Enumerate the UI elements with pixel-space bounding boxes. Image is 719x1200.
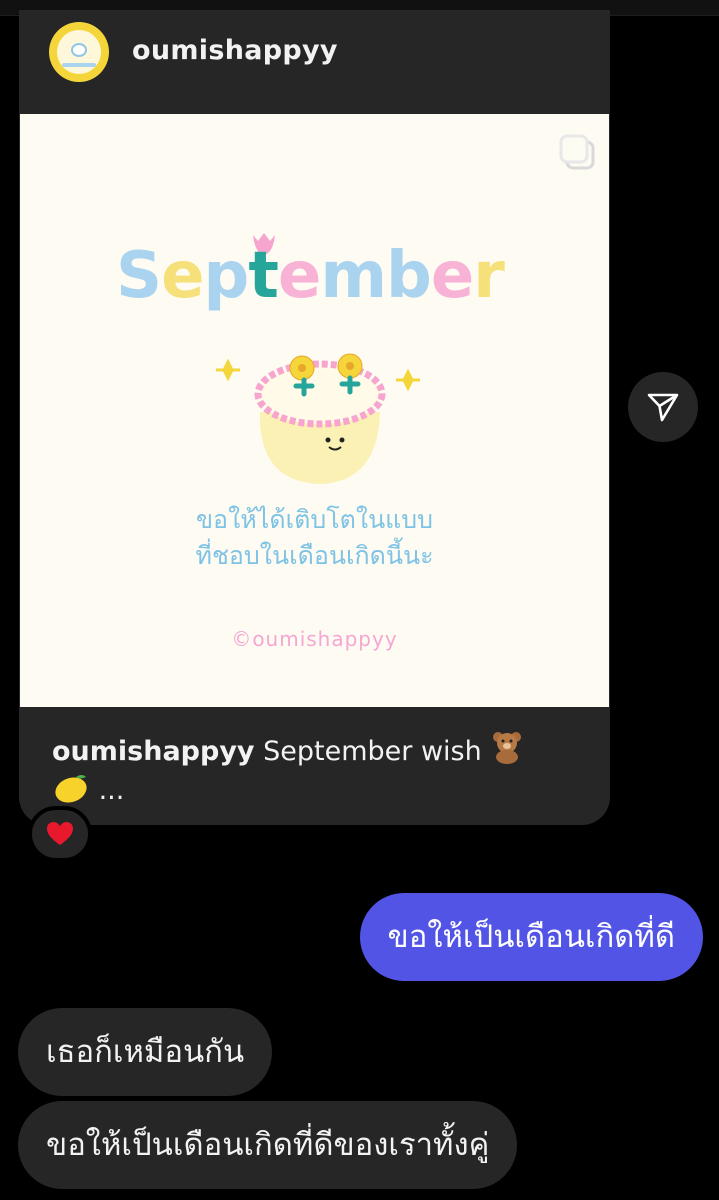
post-caption[interactable]: oumishappyy September wish ...	[52, 730, 572, 810]
heart-icon	[47, 822, 73, 845]
title-letter: m	[320, 239, 387, 313]
teddy-bear-icon	[493, 732, 522, 764]
title-letter: e	[161, 239, 204, 313]
cake-illustration	[216, 353, 420, 484]
caption-more[interactable]: ...	[99, 775, 125, 806]
message-received[interactable]: ขอให้เป็นเดือนเกิดที่ดีของเราทั้งคู่	[18, 1101, 518, 1189]
wish-line-2: ที่ชอบในเดือนเกิดนี้นะ	[195, 541, 434, 570]
september-title: September	[116, 236, 526, 316]
avatar[interactable]	[49, 22, 109, 82]
image-credit: ©oumishappyy	[231, 627, 398, 651]
post-header[interactable]: oumishappyy	[19, 10, 610, 114]
share-button[interactable]	[628, 372, 698, 442]
avatar-inner	[57, 30, 101, 74]
wish-line-1: ขอให้ได้เติบโตในแบบ	[195, 505, 434, 534]
title-letter: e	[277, 239, 321, 313]
avatar-label-bar	[62, 63, 96, 67]
title-letter: r	[473, 239, 505, 313]
send-icon	[647, 393, 679, 422]
reaction-badge[interactable]	[28, 806, 92, 862]
title-letter: e	[430, 239, 474, 313]
post-username[interactable]: oumishappyy	[132, 35, 338, 66]
lemon-icon	[55, 775, 87, 803]
title-letter: p	[203, 239, 250, 313]
title-letter: b	[386, 239, 432, 313]
post-image[interactable]: September ขอให้ได้เติบโตในแบบ ที่ชอบในเด…	[20, 114, 609, 707]
title-letter: S	[116, 239, 162, 313]
carousel-icon	[559, 134, 595, 170]
caption-text: September wish	[263, 736, 482, 767]
wish-text: ขอให้ได้เติบโตในแบบ ที่ชอบในเดือนเกิดนี้…	[20, 502, 609, 574]
title-letter: t	[248, 239, 279, 313]
message-received[interactable]: เธอก็เหมือนกัน	[18, 1008, 273, 1096]
caption-username[interactable]: oumishappyy	[52, 736, 255, 767]
shared-post-card[interactable]: oumishappyy September ขอให้ได้เติบโตในแบ…	[19, 10, 610, 825]
message-sent[interactable]: ขอให้เป็นเดือนเกิดที่ดี	[359, 893, 703, 981]
avatar-character	[71, 43, 87, 57]
